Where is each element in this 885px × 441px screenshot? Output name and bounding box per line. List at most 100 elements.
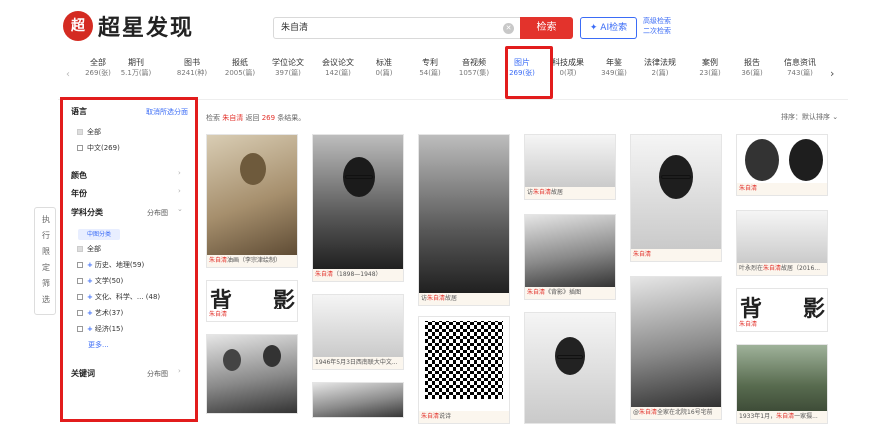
category-tab[interactable]: 学位论文 397(篇)	[262, 57, 314, 79]
nav-prev-icon[interactable]: ‹	[66, 69, 70, 80]
image-result[interactable]: 访朱自清故居	[524, 134, 616, 200]
facet-keyword-title: 关键词	[71, 369, 95, 378]
clear-search-icon[interactable]: ✕	[503, 23, 514, 34]
image-caption: 朱自清	[631, 249, 721, 261]
expand-plus-icon[interactable]: +	[87, 325, 93, 333]
cn-classification-tag[interactable]: 中图分类	[78, 229, 120, 240]
image-result[interactable]: 朱自清	[630, 134, 722, 262]
category-tab[interactable]: 音视频 1057(集)	[448, 57, 500, 79]
checkbox-icon	[77, 145, 83, 151]
image-caption: 1946年5月3日西南联大中文...	[313, 357, 403, 369]
query-highlight: 朱自清	[527, 289, 546, 296]
image-result[interactable]: 叶永烈在朱自清故居（2016...	[736, 210, 828, 276]
image-result[interactable]: 朱自清油画（李宗津绘制）	[206, 134, 298, 268]
category-tab[interactable]: 报告 36(篇)	[726, 57, 778, 79]
chevron-down-icon[interactable]: ⌄	[177, 205, 183, 213]
advanced-search-link[interactable]: 高级检索	[643, 16, 671, 26]
image-result[interactable]: 1946年5月3日西南联大中文...	[312, 294, 404, 370]
subject-distribution-link[interactable]: 分布图	[147, 208, 168, 218]
chevron-right-icon[interactable]: ›	[178, 367, 181, 375]
category-tab-label: 年鉴	[606, 58, 622, 67]
summary-query: 朱自清	[222, 114, 244, 122]
filter-side-tab[interactable]: 执 行 限 定 筛 选	[34, 207, 56, 315]
subject-label: 艺术(37)	[94, 309, 124, 317]
category-tab-count: 142(篇)	[325, 69, 351, 77]
expand-plus-icon[interactable]: +	[87, 309, 93, 317]
category-tab-label: 报告	[744, 58, 760, 67]
subject-all-checkbox[interactable]: 全部	[77, 244, 101, 254]
subject-item[interactable]: + 经济(15)	[77, 324, 123, 334]
search-input[interactable]: 朱自清	[273, 17, 525, 39]
sort-dropdown[interactable]: 排序：默认排序 ⌄	[781, 112, 838, 122]
image-result[interactable]: 朱自清《背影》插图	[524, 214, 616, 300]
subject-item[interactable]: + 艺术(37)	[77, 308, 123, 318]
subject-item[interactable]: + 文化、科学、... (48)	[77, 292, 160, 302]
subject-item[interactable]: + 文学(50)	[77, 276, 123, 286]
image-result[interactable]: 朱自清说诗	[418, 316, 510, 424]
historic-photo-image	[313, 383, 403, 417]
image-caption: 朱自清	[737, 183, 827, 195]
sparkle-icon: ✦	[589, 23, 598, 33]
category-tab[interactable]: 年鉴 349(篇)	[588, 57, 640, 79]
glasses-shape	[557, 355, 583, 359]
residence-photo-image	[525, 135, 615, 189]
image-result[interactable]	[524, 312, 616, 424]
portrait-photo-image	[525, 313, 615, 423]
category-tab-count: 36(篇)	[741, 69, 763, 77]
family-photo-image	[631, 277, 721, 409]
facet-subject-title: 学科分类	[71, 208, 103, 217]
search-button[interactable]: 检索	[520, 17, 573, 39]
query-highlight: 朱自清	[315, 271, 334, 278]
image-result[interactable]: @朱自清全家在北院16号宅前	[630, 276, 722, 420]
keyword-distribution-link[interactable]: 分布图	[147, 369, 168, 379]
facet-year-title[interactable]: 年份	[71, 188, 87, 199]
qr-code-image	[425, 321, 503, 399]
clear-facets-link[interactable]: 取消所选分面	[146, 107, 188, 117]
subject-label: 历史、地理(59)	[94, 261, 145, 269]
nav-next-icon[interactable]: ›	[830, 67, 834, 80]
face-shape	[789, 139, 823, 181]
image-caption: 访朱自清故居	[525, 187, 615, 199]
category-tab[interactable]: 图书 8241(种)	[166, 57, 218, 79]
glasses-shape	[345, 175, 373, 179]
image-result[interactable]: 1933年1月，朱自清一家摄...	[736, 344, 828, 424]
expand-plus-icon[interactable]: +	[87, 293, 93, 301]
image-result[interactable]: 背 影 朱自清	[736, 288, 828, 332]
lang-zh-checkbox[interactable]: 中文(269)	[77, 143, 120, 153]
category-tab-count: 349(篇)	[601, 69, 627, 77]
category-tab[interactable]: 法律法规 2(篇)	[634, 57, 686, 79]
secondary-search-link[interactable]: 二次检索	[643, 26, 671, 36]
image-result[interactable]: 朱自清	[736, 134, 828, 196]
expand-plus-icon[interactable]: +	[87, 277, 93, 285]
image-result[interactable]: 访朱自清故居	[418, 134, 510, 306]
image-result[interactable]: 背 影 朱自清	[206, 280, 298, 322]
site-logo-text[interactable]: 超星发现	[98, 10, 194, 42]
chevron-right-icon[interactable]: ›	[178, 169, 181, 177]
portrait-photo-image	[313, 135, 403, 271]
image-result[interactable]	[312, 382, 404, 418]
image-result[interactable]: 朱自清（1898—1948）	[312, 134, 404, 282]
category-tab[interactable]: 标准 0(篇)	[358, 57, 410, 79]
checkbox-icon	[77, 278, 83, 284]
category-tab[interactable]: 信息资讯 743(篇)	[774, 57, 826, 79]
lang-all-checkbox[interactable]: 全部	[77, 127, 101, 137]
checkbox-icon	[77, 262, 83, 268]
category-tab-label: 音视频	[462, 58, 486, 67]
memorial-photo-image	[737, 345, 827, 413]
summary-count: 269	[261, 114, 276, 122]
category-tab-label: 会议论文	[322, 58, 354, 67]
chaoxing-logo-icon[interactable]: 超	[63, 11, 93, 41]
subject-more-link[interactable]: 更多...	[88, 340, 109, 350]
category-tab-label: 法律法规	[644, 58, 676, 67]
subject-all-label: 全部	[87, 245, 101, 253]
facet-color-title[interactable]: 颜色	[71, 170, 87, 181]
category-tab[interactable]: 会议论文 142(篇)	[312, 57, 364, 79]
expand-plus-icon[interactable]: +	[87, 261, 93, 269]
category-tab[interactable]: 报纸 2005(篇)	[214, 57, 266, 79]
checkbox-icon	[77, 129, 83, 135]
category-tab[interactable]: 期刊 5.1万(篇)	[110, 57, 162, 79]
chevron-right-icon[interactable]: ›	[178, 187, 181, 195]
ai-search-button[interactable]: ✦ AI检索	[580, 17, 637, 39]
subject-item[interactable]: + 历史、地理(59)	[77, 260, 144, 270]
image-result[interactable]	[206, 334, 298, 414]
